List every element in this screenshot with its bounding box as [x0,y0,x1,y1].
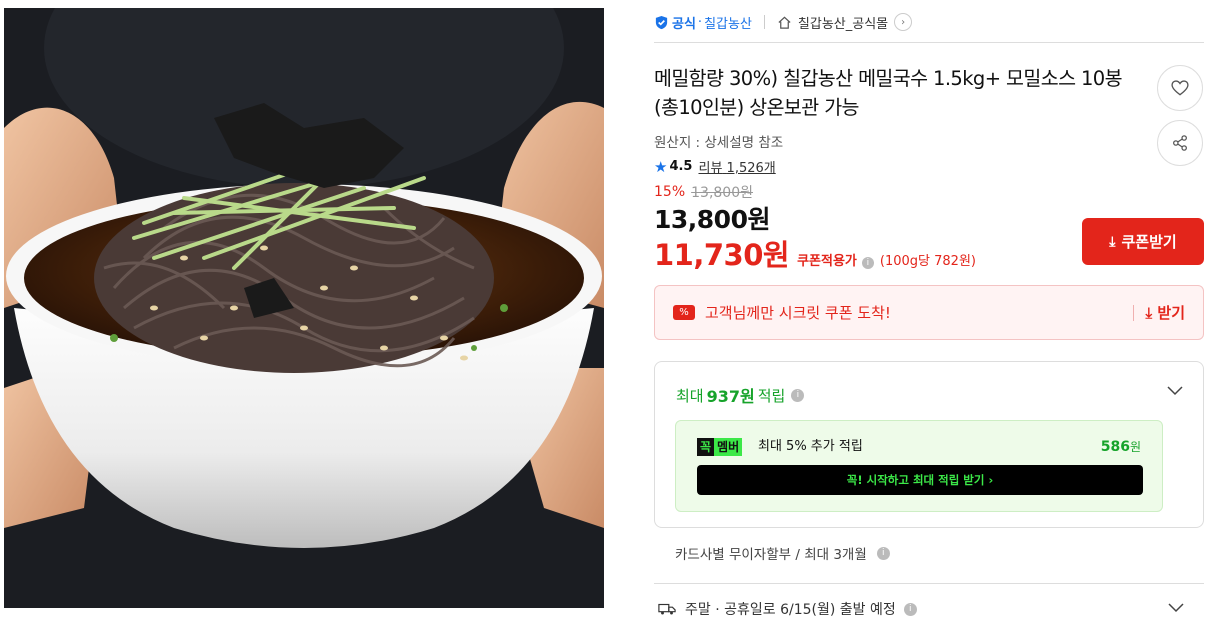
discount-percent: 15% [654,184,686,200]
info-icon[interactable]: i [876,546,890,560]
sale-price: 13,800원 [654,205,770,234]
coupon-price-row: 11,730원 쿠폰적용가 i (100g당 782원) [654,232,976,274]
rating-row: ★ 4.5 리뷰 1,526개 [654,157,776,177]
info-icon[interactable]: i [861,257,874,269]
origin-info: 원산지 : 상세설명 참조 [654,135,784,151]
points-panel: 최대 937원 적립 i 꼭 멤버 최대 5% 추가 적립 586원 꼭! 시작… [654,361,1204,528]
review-link[interactable]: 리뷰 1,526개 [698,157,775,176]
noodle-bowl-illustration [4,8,604,608]
points-prefix: 최대 [676,386,704,405]
store-link[interactable]: 칠갑농산_공식몰 [798,13,888,32]
coupon-download-button[interactable]: ⤓ 쿠폰받기 [1082,218,1204,265]
brand-link[interactable]: 칠갑농산 [704,13,752,32]
secret-coupon-banner[interactable]: % 고객님께만 시크릿 쿠폰 도착! ⤓ 받기 [654,285,1204,340]
installment-text: 카드사별 무이자할부 / 최대 3개월 [675,547,867,563]
review-count: 1,526개 [726,161,776,176]
rating-score: 4.5 [669,159,693,174]
shipping-text: 주말 · 공휴일로 6/15(월) 출발 예정 [685,602,896,617]
share-icon [1173,135,1187,151]
installment-row: 카드사별 무이자할부 / 최대 3개월 i [675,543,890,563]
divider [654,583,1204,584]
points-amount: 937원 [706,387,755,406]
divider [654,42,1204,43]
star-icon: ★ [654,157,668,176]
product-title: 메밀함량 30%) 칠갑농산 메밀국수 1.5kg+ 모밀소스 10봉 (총10… [654,67,1123,119]
get-label: 받기 [1157,304,1185,322]
membership-text: 최대 5% 추가 적립 [758,439,863,454]
review-label: 리뷰 [698,161,723,176]
chevron-down-icon[interactable] [1165,380,1185,400]
membership-points-value: 586 [1100,439,1130,455]
product-info-panel: 공식 · 칠갑농산 칠갑농산_공식몰 › 메밀함량 30%) 칠갑농산 메밀국수… [654,0,1204,617]
download-icon: ⤓ [1109,233,1116,250]
share-button[interactable] [1157,120,1203,166]
home-icon [778,16,791,29]
official-badge: 공식 [672,16,696,32]
info-icon[interactable]: i [903,602,917,616]
shield-check-icon [655,15,668,29]
badge-left: 꼭 [697,438,715,456]
secret-coupon-get-button[interactable]: ⤓ 받기 [1146,302,1185,323]
shipping-row[interactable]: 주말 · 공휴일로 6/15(월) 출발 예정 i [658,599,917,617]
membership-points: 586원 [1101,438,1141,456]
chevron-down-icon[interactable] [1166,597,1186,617]
original-price-row: 15% 13,800원 [654,182,753,202]
coupon-button-label: 쿠폰받기 [1121,233,1177,251]
secret-coupon-text: 고객님께만 시크릿 쿠폰 도착! [705,304,891,322]
coupon-price-label: 쿠폰적용가 [797,254,857,269]
seller-bar: 공식 · 칠갑농산 칠갑농산_공식몰 › [654,12,913,32]
points-suffix: 적립 [757,386,786,405]
badge-right: 멤버 [714,438,743,456]
truck-icon [658,603,676,615]
divider [1132,304,1134,321]
membership-cta-button[interactable]: 꼭! 시작하고 최대 적립 받기 › [697,465,1143,495]
separator-dot: · [697,14,703,30]
heart-icon [1171,80,1189,96]
max-points-header[interactable]: 최대 937원 적립 i [676,383,805,407]
coupon-price: 11,730원 [654,238,790,272]
wishlist-button[interactable] [1157,65,1203,111]
divider [763,15,765,29]
membership-box: 꼭 멤버 최대 5% 추가 적립 586원 꼭! 시작하고 최대 적립 받기 › [675,420,1163,512]
product-image[interactable] [4,8,604,608]
points-unit: 원 [1129,440,1141,454]
chevron-right-icon[interactable]: › [894,13,913,31]
info-icon[interactable]: i [791,388,805,402]
list-price: 13,800원 [691,185,753,201]
coupon-icon: % [673,305,695,320]
unit-price: (100g당 782원) [879,254,976,269]
membership-badge: 꼭 멤버 [697,438,743,456]
